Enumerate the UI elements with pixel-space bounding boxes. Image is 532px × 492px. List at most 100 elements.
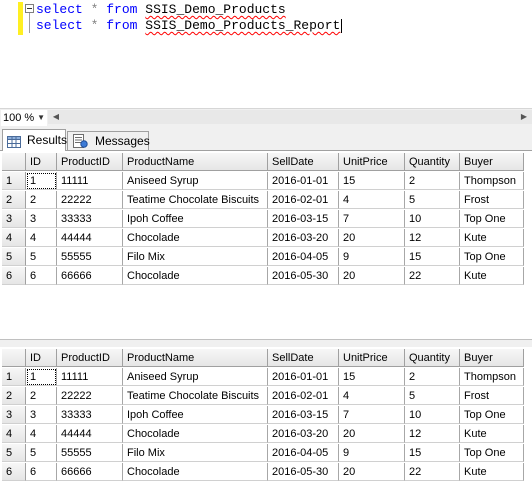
- cell-productid[interactable]: 44444: [57, 425, 123, 443]
- horizontal-scrollbar[interactable]: ◀ ▶: [48, 110, 532, 124]
- cell-buyer[interactable]: Kute: [460, 229, 524, 247]
- cell-productid[interactable]: 44444: [57, 229, 123, 247]
- cell-buyer[interactable]: Frost: [460, 191, 524, 209]
- column-header-selldate[interactable]: SellDate: [268, 349, 339, 367]
- cell-selldate[interactable]: 2016-03-15: [268, 210, 339, 228]
- cell-selldate[interactable]: 2016-02-01: [268, 191, 339, 209]
- cell-productname[interactable]: Aniseed Syrup: [123, 368, 268, 386]
- column-header-id[interactable]: ID: [26, 153, 57, 171]
- row-number[interactable]: 1: [2, 368, 26, 386]
- row-number[interactable]: 5: [2, 444, 26, 462]
- cell-productname[interactable]: Filo Mix: [123, 248, 268, 266]
- row-number[interactable]: 3: [2, 406, 26, 424]
- column-header-productid[interactable]: ProductID: [57, 349, 123, 367]
- cell-buyer[interactable]: Top One: [460, 406, 524, 424]
- cell-productid[interactable]: 66666: [57, 267, 123, 285]
- scroll-right-icon[interactable]: ▶: [516, 110, 532, 124]
- cell-selldate[interactable]: 2016-05-30: [268, 463, 339, 481]
- cell-productname[interactable]: Chocolade: [123, 425, 268, 443]
- cell-quantity[interactable]: 10: [405, 210, 460, 228]
- cell-productname[interactable]: Ipoh Coffee: [123, 210, 268, 228]
- column-header-id[interactable]: ID: [26, 349, 57, 367]
- cell-quantity[interactable]: 5: [405, 191, 460, 209]
- cell-id[interactable]: 2: [26, 387, 57, 405]
- column-header-selldate[interactable]: SellDate: [268, 153, 339, 171]
- cell-productname[interactable]: Chocolade: [123, 463, 268, 481]
- code-line-1[interactable]: select * from SSIS_Demo_Products: [36, 2, 286, 18]
- row-number[interactable]: 6: [2, 463, 26, 481]
- cell-unitprice[interactable]: 9: [339, 248, 405, 266]
- cell-buyer[interactable]: Thompson: [460, 368, 524, 386]
- cell-productname[interactable]: Chocolade: [123, 267, 268, 285]
- cell-productid[interactable]: 11111: [57, 368, 123, 386]
- cell-unitprice[interactable]: 7: [339, 210, 405, 228]
- cell-productid[interactable]: 11111: [57, 172, 123, 190]
- column-header-productid[interactable]: ProductID: [57, 153, 123, 171]
- cell-id[interactable]: 4: [26, 425, 57, 443]
- cell-id[interactable]: 6: [26, 267, 57, 285]
- cell-quantity[interactable]: 15: [405, 248, 460, 266]
- cell-buyer[interactable]: Top One: [460, 210, 524, 228]
- cell-id[interactable]: 5: [26, 444, 57, 462]
- results-grid-2[interactable]: ID ProductID ProductName SellDate UnitPrice Q…: [0, 347, 532, 492]
- cell-selldate[interactable]: 2016-02-01: [268, 387, 339, 405]
- query-editor[interactable]: select * from SSIS_Demo_Products select …: [0, 0, 532, 106]
- cell-unitprice[interactable]: 4: [339, 191, 405, 209]
- cell-productname[interactable]: Teatime Chocolate Biscuits: [123, 191, 268, 209]
- cell-quantity[interactable]: 10: [405, 406, 460, 424]
- cell-unitprice[interactable]: 7: [339, 406, 405, 424]
- grid-corner[interactable]: [2, 153, 26, 171]
- cell-buyer[interactable]: Thompson: [460, 172, 524, 190]
- cell-unitprice[interactable]: 20: [339, 267, 405, 285]
- cell-id[interactable]: 5: [26, 248, 57, 266]
- column-header-quantity[interactable]: Quantity: [405, 153, 460, 171]
- column-header-unitprice[interactable]: UnitPrice: [339, 349, 405, 367]
- cell-quantity[interactable]: 22: [405, 267, 460, 285]
- collapse-icon[interactable]: [25, 4, 34, 13]
- cell-productid[interactable]: 33333: [57, 210, 123, 228]
- cell-selldate[interactable]: 2016-03-15: [268, 406, 339, 424]
- cell-productname[interactable]: Ipoh Coffee: [123, 406, 268, 424]
- row-number[interactable]: 5: [2, 248, 26, 266]
- cell-id[interactable]: 3: [26, 406, 57, 424]
- cell-quantity[interactable]: 5: [405, 387, 460, 405]
- cell-unitprice[interactable]: 20: [339, 229, 405, 247]
- cell-id[interactable]: 1: [26, 368, 57, 386]
- cell-productid[interactable]: 55555: [57, 248, 123, 266]
- cell-productname[interactable]: Aniseed Syrup: [123, 172, 268, 190]
- code-line-2[interactable]: select * from SSIS_Demo_Products_Report: [36, 18, 343, 34]
- cell-selldate[interactable]: 2016-05-30: [268, 267, 339, 285]
- cell-id[interactable]: 2: [26, 191, 57, 209]
- cell-selldate[interactable]: 2016-01-01: [268, 172, 339, 190]
- cell-unitprice[interactable]: 9: [339, 444, 405, 462]
- cell-id[interactable]: 3: [26, 210, 57, 228]
- cell-buyer[interactable]: Frost: [460, 387, 524, 405]
- cell-quantity[interactable]: 22: [405, 463, 460, 481]
- cell-id[interactable]: 4: [26, 229, 57, 247]
- cell-productid[interactable]: 22222: [57, 191, 123, 209]
- cell-productname[interactable]: Filo Mix: [123, 444, 268, 462]
- column-header-buyer[interactable]: Buyer: [460, 153, 524, 171]
- column-header-unitprice[interactable]: UnitPrice: [339, 153, 405, 171]
- cell-selldate[interactable]: 2016-01-01: [268, 368, 339, 386]
- cell-buyer[interactable]: Kute: [460, 267, 524, 285]
- grid-corner[interactable]: [2, 349, 26, 367]
- cell-selldate[interactable]: 2016-04-05: [268, 444, 339, 462]
- cell-buyer[interactable]: Kute: [460, 463, 524, 481]
- row-number[interactable]: 3: [2, 210, 26, 228]
- cell-unitprice[interactable]: 4: [339, 387, 405, 405]
- column-header-productname[interactable]: ProductName: [123, 153, 268, 171]
- cell-buyer[interactable]: Kute: [460, 425, 524, 443]
- cell-productid[interactable]: 66666: [57, 463, 123, 481]
- cell-unitprice[interactable]: 15: [339, 172, 405, 190]
- cell-quantity[interactable]: 12: [405, 425, 460, 443]
- column-header-buyer[interactable]: Buyer: [460, 349, 524, 367]
- tab-messages[interactable]: Messages: [67, 131, 150, 150]
- cell-quantity[interactable]: 15: [405, 444, 460, 462]
- cell-productname[interactable]: Teatime Chocolate Biscuits: [123, 387, 268, 405]
- cell-buyer[interactable]: Top One: [460, 248, 524, 266]
- row-number[interactable]: 6: [2, 267, 26, 285]
- cell-quantity[interactable]: 2: [405, 172, 460, 190]
- cell-productid[interactable]: 33333: [57, 406, 123, 424]
- cell-selldate[interactable]: 2016-04-05: [268, 248, 339, 266]
